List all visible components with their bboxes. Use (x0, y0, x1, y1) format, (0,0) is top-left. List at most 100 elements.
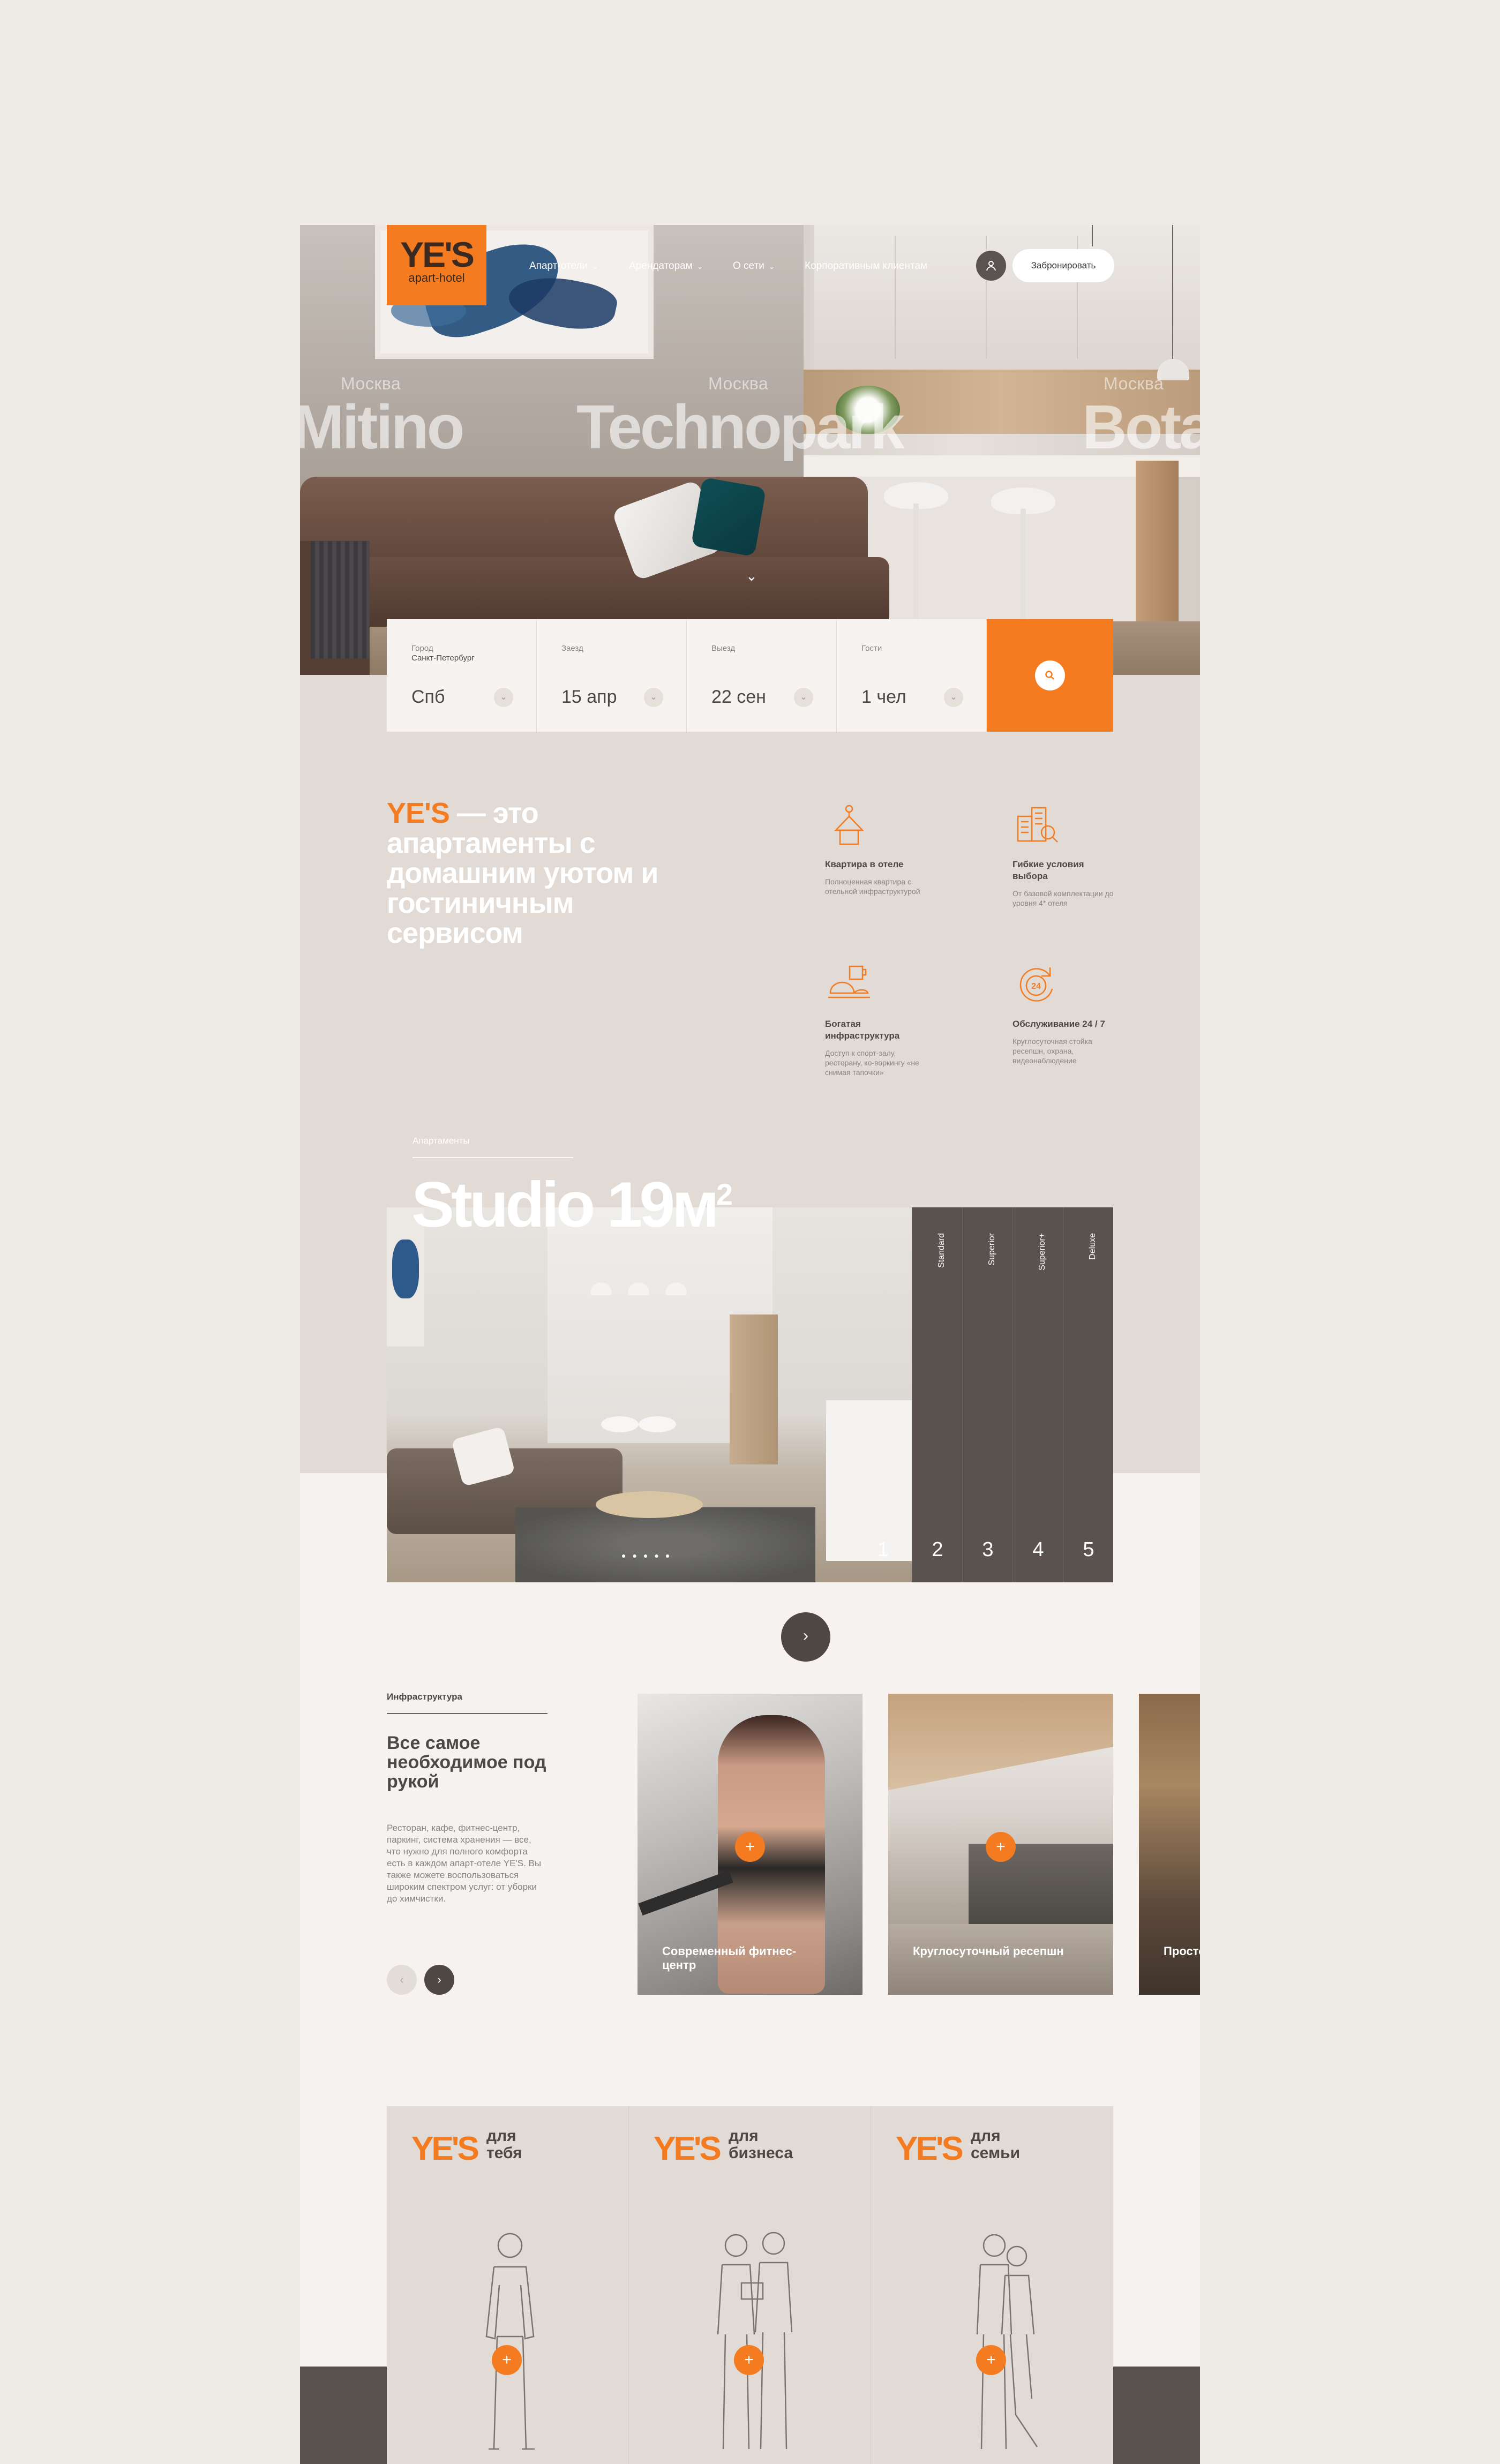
city-field[interactable]: Город Санкт-Петербург Спб ⌄ (387, 619, 537, 732)
chevron-right-icon[interactable]: › (424, 1965, 454, 1995)
guests-value: 1 чел (861, 687, 906, 707)
infra-card-reception[interactable]: + Круглосуточный ресепшн (888, 1694, 1113, 1995)
infrastructure-label: Инфраструктура (387, 1692, 462, 1702)
city-value: Спб (411, 687, 445, 707)
plus-icon[interactable]: + (734, 2345, 764, 2375)
hero: Москва Mitino Москва Technopark Москва B… (300, 225, 1200, 675)
tier-name: Superior (987, 1233, 996, 1266)
clock-24-icon: 24 (1019, 967, 1053, 1002)
tier-superior-plus[interactable]: Superior+ 4 (1012, 1207, 1063, 1582)
plus-icon[interactable]: + (735, 1832, 765, 1862)
chevron-down-icon[interactable]: ⌄ (746, 568, 758, 584)
tier-standard[interactable]: Standard 2 (912, 1207, 962, 1582)
segment-label: для семьи (971, 2127, 1021, 2162)
chevron-down-icon: ⌄ (768, 262, 775, 271)
checkin-label: Заезд (561, 644, 583, 653)
feature-flexible: Гибкие условия выбора От базовой комплек… (1012, 800, 1120, 908)
book-button[interactable]: Забронировать (1012, 249, 1114, 282)
hotel-name-technopark[interactable]: Technopark (576, 391, 905, 463)
tier-name: Standard (937, 1233, 946, 1268)
infrastructure-title: Все самое необходимое под рукой (387, 1733, 546, 1792)
search-button[interactable] (987, 619, 1113, 732)
segment-for-you[interactable]: YE'S для тебя + (387, 2106, 629, 2464)
checkout-label: Выезд (711, 644, 736, 653)
tier-number: 5 (1083, 1538, 1094, 1561)
feature-desc: Круглосуточная стойка ресепшн, охрана, в… (1012, 1037, 1092, 1065)
chevron-down-icon[interactable]: ⌄ (794, 688, 813, 707)
segment-label: для тебя (486, 2127, 522, 2162)
infra-card-name: Современный фитнес-центр (662, 1944, 797, 1972)
feature-apartment: Квартира в отеле Полноценная квартира с … (825, 800, 932, 896)
logo[interactable]: YE'S apart-hotel (387, 225, 486, 305)
checkout-field[interactable]: Выезд 22 сен ⌄ (687, 619, 837, 732)
divider (387, 1713, 548, 1714)
divider (412, 1157, 573, 1158)
nav-corporate[interactable]: Корпоративным клиентам (805, 260, 927, 272)
tier-number: 4 (1032, 1538, 1044, 1561)
feature-title: Обслуживание 24 / 7 (1012, 1019, 1105, 1029)
nav-tenants[interactable]: Арендаторам ⌄ (629, 260, 703, 272)
svg-text:24: 24 (1031, 982, 1041, 991)
tier-number: 2 (932, 1538, 943, 1561)
search-icon (1035, 660, 1065, 690)
apartment-photo (387, 1207, 912, 1582)
feature-title: Богатая инфраструктура (825, 1019, 900, 1041)
chevron-down-icon: ⌄ (696, 262, 703, 271)
tier-deluxe[interactable]: Deluxe 5 (1063, 1207, 1113, 1582)
plus-icon[interactable]: + (986, 1832, 1016, 1862)
nav-about-network[interactable]: О сети ⌄ (733, 260, 775, 272)
apartments-label: Апартаменты (412, 1136, 470, 1146)
infra-card-restaurant[interactable]: Просторный ресторан (1139, 1694, 1200, 1995)
about-title: YE'S — это апартаменты с домашним уютом … (387, 798, 687, 948)
chevron-down-icon[interactable]: ⌄ (494, 688, 513, 707)
feature-infrastructure: Богатая инфраструктура Доступ к спорт-за… (825, 960, 932, 1077)
tier-name: Deluxe (1088, 1233, 1097, 1260)
chevron-down-icon[interactable]: ⌄ (644, 688, 663, 707)
segment-brand: YE'S (896, 2130, 964, 2167)
photo-pagination-dots[interactable]: ●●●●● (621, 1551, 676, 1560)
chevron-right-icon[interactable]: › (781, 1612, 830, 1662)
segment-business[interactable]: YE'S для бизнеса + (629, 2106, 871, 2464)
coffee-icon (828, 965, 870, 998)
segment-brand: YE'S (654, 2130, 722, 2167)
tier-superior[interactable]: Superior 3 (962, 1207, 1012, 1582)
checkout-value: 22 сен (711, 687, 766, 707)
business-people-illustration (717, 2232, 793, 2450)
hotel-name-botanika[interactable]: Botanika (1082, 391, 1200, 463)
about-title-brand: YE'S (387, 797, 450, 829)
hanger-icon (834, 805, 864, 845)
city-sublabel: Санкт-Петербург (411, 653, 475, 663)
chevron-down-icon[interactable]: ⌄ (944, 688, 963, 707)
guests-label: Гости (861, 644, 882, 653)
tier-name: Superior+ (1038, 1233, 1047, 1271)
plus-icon[interactable]: + (976, 2345, 1006, 2375)
infra-card-name: Просторный ресторан (1164, 1944, 1200, 1958)
kitchen-cabinet (814, 225, 1200, 370)
page: Москва Mitino Москва Technopark Москва B… (300, 225, 1200, 2464)
hotel-name-mitino[interactable]: Mitino (300, 391, 464, 463)
tier-number-current[interactable]: 1 (878, 1538, 889, 1561)
user-icon[interactable] (976, 251, 1006, 281)
feature-desc: Доступ к спорт-залу, ресторану, ко-ворки… (825, 1049, 919, 1077)
infra-card-name: Круглосуточный ресепшн (913, 1944, 1064, 1958)
infra-card-fitness[interactable]: + Современный фитнес-центр (638, 1694, 862, 1995)
segment-family[interactable]: YE'S для семьи + (871, 2106, 1113, 2464)
feature-title: Квартира в отеле (825, 859, 904, 869)
checkin-field[interactable]: Заезд 15 апр ⌄ (537, 619, 687, 732)
plus-icon[interactable]: + (492, 2345, 522, 2375)
logo-text: YE'S (400, 235, 475, 274)
feature-desc: От базовой комплектации до уровня 4* оте… (1012, 889, 1114, 907)
nav-apart-hotels[interactable]: Апарт-отели ⌄ (529, 260, 598, 272)
buildings-icon (1017, 807, 1058, 843)
apartment-title: Studio 19м2 (411, 1169, 733, 1241)
feature-desc: Полноценная квартира с отельной инфрастр… (825, 877, 920, 896)
tier-number: 3 (982, 1538, 994, 1561)
segments: YE'S для тебя + YE'S для бизнеса + YE'S … (387, 2106, 1113, 2464)
sofa (300, 477, 868, 568)
segment-brand: YE'S (411, 2130, 479, 2167)
feature-title: Гибкие условия выбора (1012, 859, 1084, 881)
chevron-left-icon[interactable]: ‹ (387, 1965, 417, 1995)
checkin-value: 15 апр (561, 687, 617, 707)
person-illustration (485, 2233, 535, 2450)
guests-field[interactable]: Гости 1 чел ⌄ (837, 619, 987, 732)
